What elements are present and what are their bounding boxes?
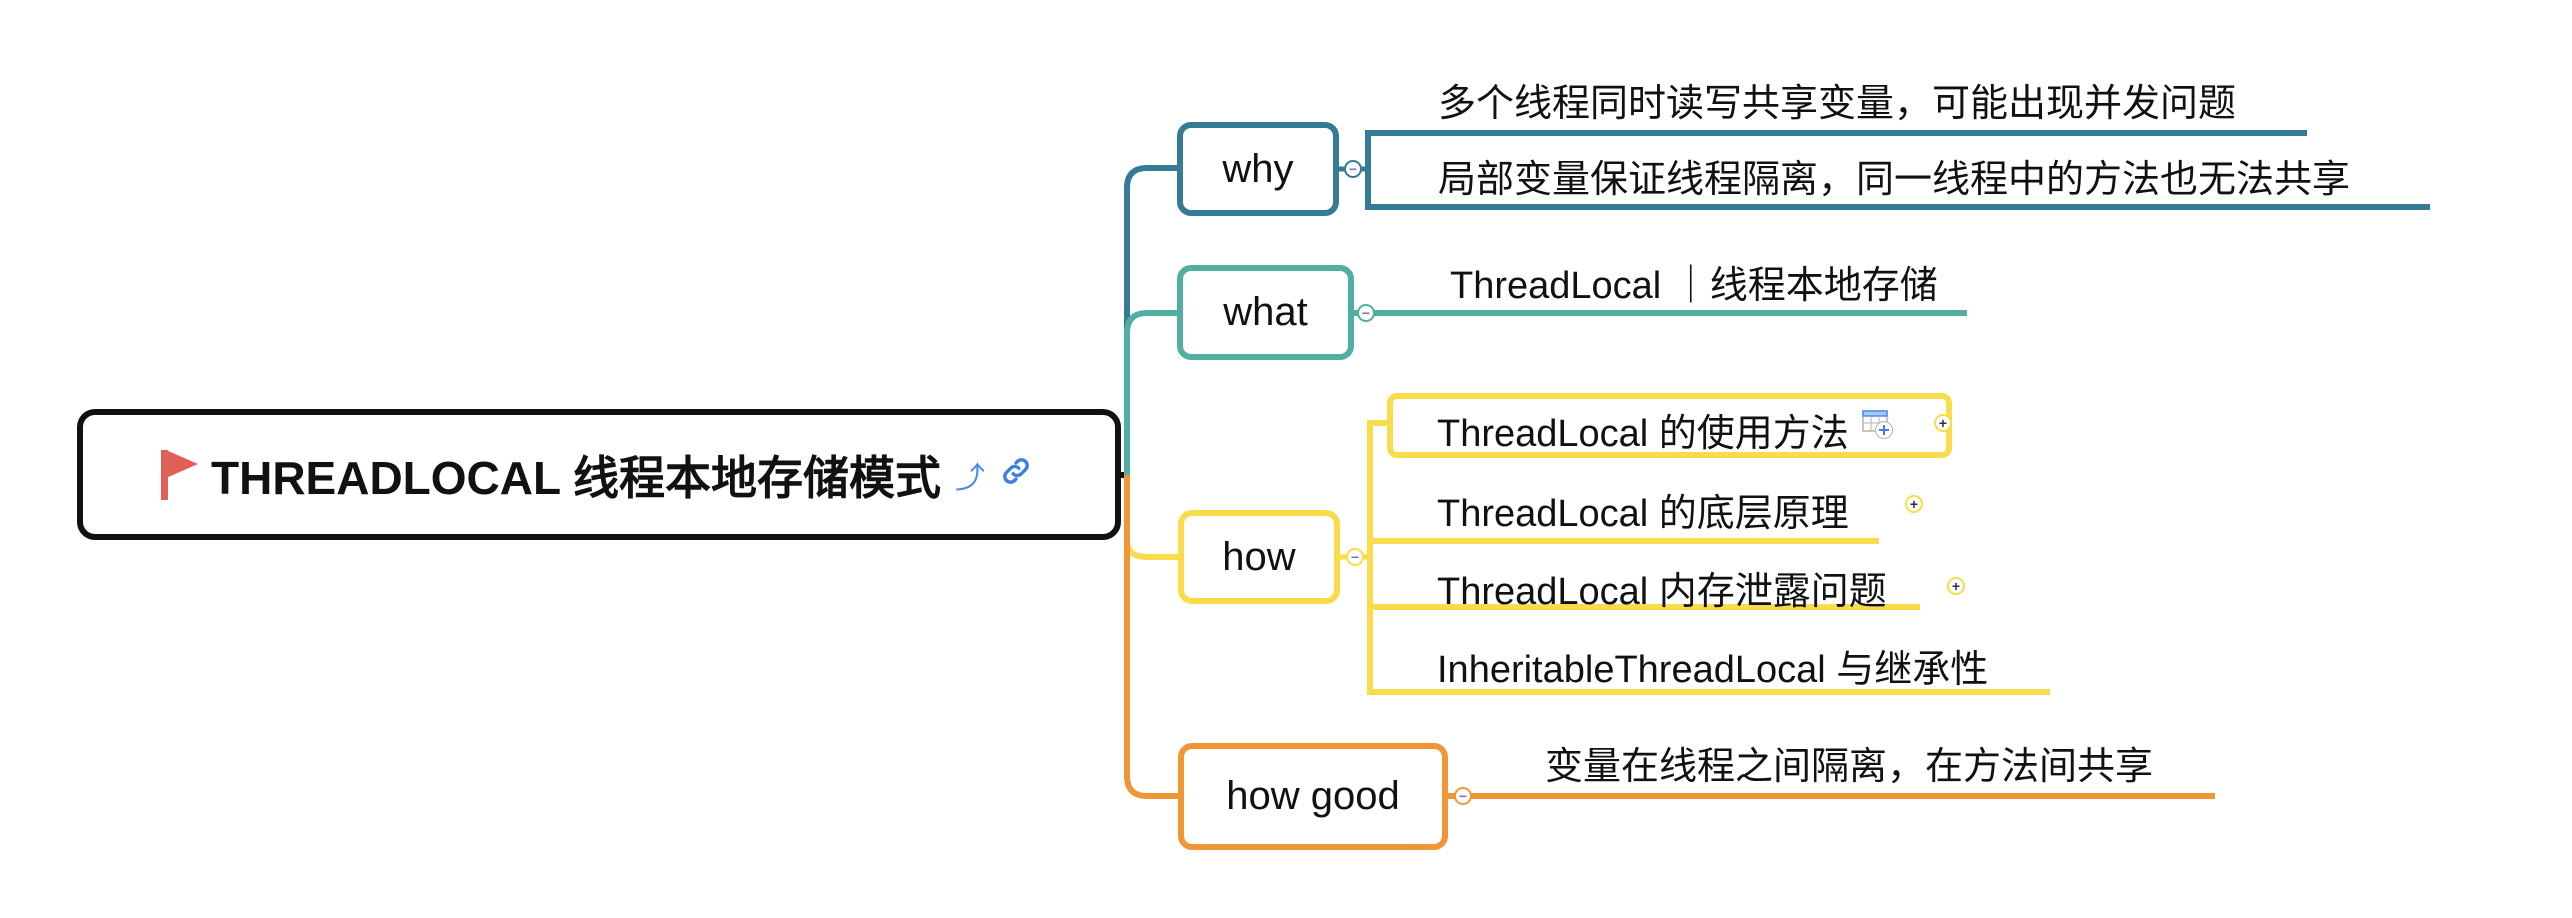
what-child-1[interactable]: ThreadLocal ｜线程本地存储 bbox=[1450, 254, 1938, 309]
topic-how[interactable]: how bbox=[1178, 510, 1340, 604]
how-good-child-1[interactable]: 变量在线程之间隔离，在方法间共享 bbox=[1545, 735, 2153, 790]
expand-child-2-button[interactable]: + bbox=[1905, 495, 1923, 513]
what-connector bbox=[1124, 310, 1177, 475]
topic-what[interactable]: what bbox=[1177, 265, 1354, 360]
how-connector bbox=[1124, 475, 1178, 560]
collapse-why-button[interactable]: − bbox=[1344, 160, 1362, 178]
topic-why-label: why bbox=[1222, 146, 1294, 191]
how-child-2[interactable]: ThreadLocal 的底层原理 bbox=[1437, 482, 1849, 537]
topic-how-good[interactable]: how good bbox=[1178, 743, 1448, 850]
topic-what-label: what bbox=[1223, 290, 1308, 334]
back-arrow-icon[interactable]: ⤴ bbox=[955, 453, 985, 497]
root-topic[interactable]: THREADLOCAL 线程本地存储模式 ⤴ bbox=[77, 409, 1121, 540]
link-icon[interactable] bbox=[999, 454, 1033, 496]
why-child-1[interactable]: 多个线程同时读写共享变量，可能出现并发问题 bbox=[1438, 72, 2236, 127]
expand-child-1-button[interactable]: + bbox=[1934, 414, 1952, 432]
collapse-what-button[interactable]: − bbox=[1357, 304, 1375, 322]
table-add-icon[interactable] bbox=[1862, 410, 1894, 440]
root-title: THREADLOCAL 线程本地存储模式 bbox=[211, 451, 942, 504]
expand-child-3-button[interactable]: + bbox=[1947, 577, 1965, 595]
how-child-4[interactable]: InheritableThreadLocal 与继承性 bbox=[1437, 638, 1988, 693]
howgood-connector bbox=[1124, 475, 1178, 799]
how-child-3[interactable]: ThreadLocal 内存泄露问题 bbox=[1437, 560, 1887, 615]
topic-how-label: how bbox=[1222, 534, 1296, 579]
why-connector bbox=[1124, 165, 1177, 475]
topic-why[interactable]: why bbox=[1177, 122, 1339, 216]
collapse-how-button[interactable]: − bbox=[1346, 548, 1364, 566]
why-child-2[interactable]: 局部变量保证线程隔离，同一线程中的方法也无法共享 bbox=[1438, 148, 2350, 203]
how-child-1[interactable]: ThreadLocal 的使用方法 bbox=[1437, 402, 1849, 457]
topic-how-good-label: how good bbox=[1226, 774, 1400, 818]
red-flag-icon bbox=[161, 449, 199, 500]
collapse-how-good-button[interactable]: − bbox=[1454, 787, 1472, 805]
